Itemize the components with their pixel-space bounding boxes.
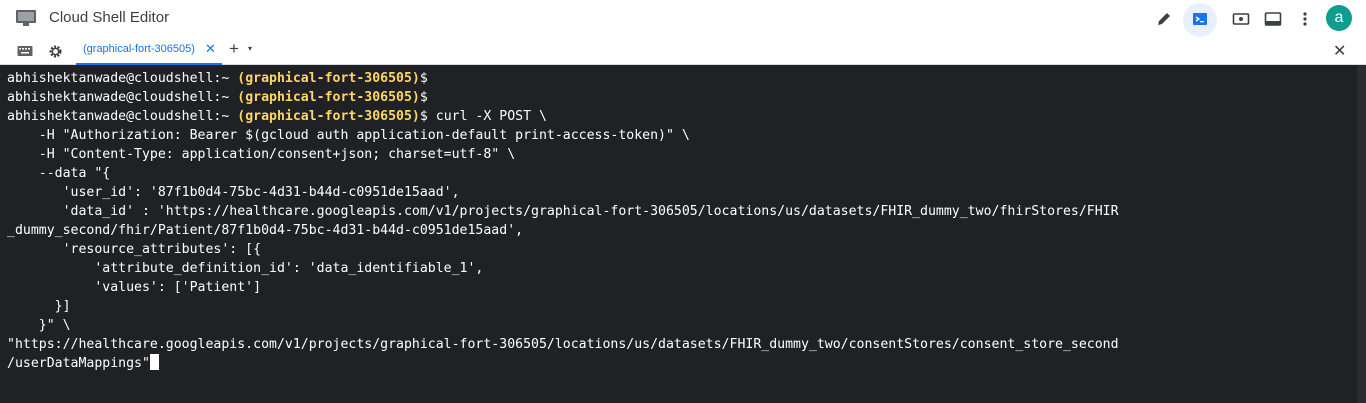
terminal-line: 'values': ['Patient'] <box>7 278 1359 297</box>
terminal-line: --data "{ <box>7 164 1359 183</box>
maximize-button[interactable] <box>1261 7 1285 31</box>
command-text: 'attribute_definition_id': 'data_identif… <box>7 261 484 276</box>
cloud-shell-editor-icon <box>16 10 36 26</box>
command-text: 'resource_attributes': [{ <box>7 242 262 257</box>
command-text: -H "Authorization: Bearer $(gcloud auth … <box>7 128 690 143</box>
terminal-line: -H "Authorization: Bearer $(gcloud auth … <box>7 126 1359 145</box>
command-text: "https://healthcare.googleapis.com/v1/pr… <box>7 337 1119 352</box>
prompt-text: abhishektanwade@cloudshell:~ <box>7 109 238 124</box>
terminal-settings-button[interactable] <box>43 39 67 63</box>
terminal-line: 'resource_attributes': [{ <box>7 240 1359 259</box>
terminal-tab-bar: (graphical-fort-306505) ✕ + ▾ ✕ <box>0 38 1366 65</box>
terminal-line: "https://healthcare.googleapis.com/v1/pr… <box>7 335 1359 354</box>
tab-close-icon[interactable]: ✕ <box>205 41 216 57</box>
terminal-line: 'user_id': '87f1b0d4-75bc-4d31-b44d-c095… <box>7 183 1359 202</box>
prompt-text: abhishektanwade@cloudshell:~ <box>7 71 238 86</box>
command-text: 'user_id': '87f1b0d4-75bc-4d31-b44d-c095… <box>7 185 460 200</box>
terminal-line: }" \ <box>7 316 1359 335</box>
gear-icon <box>49 45 61 57</box>
web-preview-button[interactable] <box>1229 7 1253 31</box>
terminal-line: abhishektanwade@cloudshell:~ (graphical-… <box>7 88 1359 107</box>
keyboard-icon <box>17 46 33 56</box>
terminal-line: abhishektanwade@cloudshell:~ (graphical-… <box>7 69 1359 88</box>
command-text: _dummy_second/fhir/Patient/87f1b0d4-75bc… <box>7 223 524 238</box>
command-text: $ <box>419 90 428 105</box>
command-text: $ <box>419 71 428 86</box>
terminal-line: _dummy_second/fhir/Patient/87f1b0d4-75bc… <box>7 221 1359 240</box>
command-text: 'values': ['Patient'] <box>7 280 262 295</box>
command-text: 'data_id' : 'https://healthcare.googleap… <box>7 204 1119 219</box>
command-text: --data "{ <box>7 166 111 181</box>
keyboard-button[interactable] <box>13 39 37 63</box>
terminal-icon <box>1193 13 1207 25</box>
terminal-output: abhishektanwade@cloudshell:~ (graphical-… <box>7 69 1359 373</box>
maximize-icon <box>1264 12 1282 26</box>
command-text: }] <box>7 299 71 314</box>
terminal-line: 'attribute_definition_id': 'data_identif… <box>7 259 1359 278</box>
close-panel-button[interactable]: ✕ <box>1333 41 1346 61</box>
command-text: $ curl -X POST \ <box>419 109 547 124</box>
prompt-text: abhishektanwade@cloudshell:~ <box>7 90 238 105</box>
tab-label: (graphical-fort-306505) <box>83 43 195 55</box>
more-options-button[interactable] <box>1293 7 1317 31</box>
open-terminal-button[interactable] <box>1188 7 1212 31</box>
preview-icon <box>1232 13 1250 25</box>
command-text: }" \ <box>7 318 71 333</box>
command-text: /userDataMappings" <box>7 356 150 371</box>
terminal-line: 'data_id' : 'https://healthcare.googleap… <box>7 202 1359 221</box>
tab-graphical-fort-306505[interactable]: (graphical-fort-306505) ✕ <box>76 38 222 65</box>
terminal-line: abhishektanwade@cloudshell:~ (graphical-… <box>7 107 1359 126</box>
project-id: (graphical-fort-306505) <box>237 90 420 105</box>
app-title: Cloud Shell Editor <box>49 9 170 26</box>
project-id: (graphical-fort-306505) <box>237 71 420 86</box>
open-editor-button[interactable] <box>1152 7 1176 31</box>
terminal-area[interactable]: abhishektanwade@cloudshell:~ (graphical-… <box>0 65 1366 403</box>
pencil-icon <box>1158 13 1170 25</box>
terminal-line: /userDataMappings" <box>7 354 1359 373</box>
command-text: -H "Content-Type: application/consent+js… <box>7 147 516 162</box>
more-vert-icon <box>1303 12 1307 26</box>
add-tab-button[interactable]: + <box>229 39 239 59</box>
terminal-line: }] <box>7 297 1359 316</box>
user-avatar[interactable]: a <box>1326 5 1352 31</box>
terminal-cursor <box>149 354 159 370</box>
terminal-line: -H "Content-Type: application/consent+js… <box>7 145 1359 164</box>
top-bar: Cloud Shell Editor a <box>0 0 1366 38</box>
chevron-down-icon[interactable]: ▾ <box>248 44 252 53</box>
project-id: (graphical-fort-306505) <box>237 109 420 124</box>
terminal-scrollbar[interactable] <box>1357 65 1366 403</box>
